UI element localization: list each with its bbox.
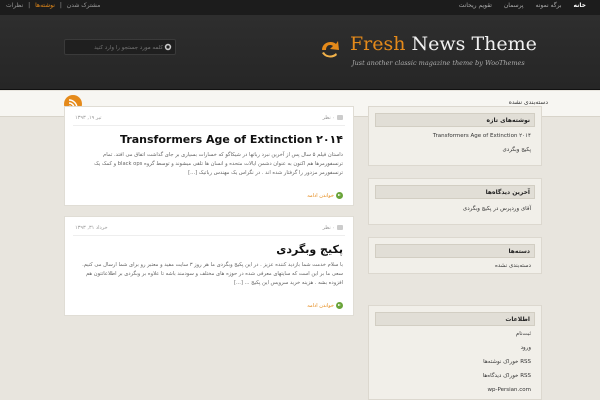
comments-feed-link[interactable]: نظرات [6, 2, 23, 9]
search-input[interactable] [69, 43, 163, 52]
login-link[interactable]: ورود [521, 345, 531, 351]
widget-title: نوشته‌های تازه [486, 117, 530, 124]
read-more-link[interactable]: خواندن ادامه [307, 192, 343, 199]
widget-categories: دسته‌ها دسته‌بندی نشده [368, 237, 542, 274]
post-card: خرداد ۳۱, ۱۳۹۳ ۰ نظر پکیج وبگردی با سلام… [64, 216, 354, 316]
post-comments[interactable]: ۰ نظر [322, 115, 343, 121]
search-icon[interactable] [164, 43, 172, 51]
subscribe-link[interactable]: مشترک شدن [67, 2, 101, 9]
recent-post-link[interactable]: پکیج وبگردی [502, 147, 531, 153]
post-date: خرداد ۳۱, ۱۳۹۳ [75, 225, 108, 231]
widget-header: نوشته‌های تازه [375, 113, 535, 127]
post-title[interactable]: Transformers Age of Extinction ۲۰۱۴ [120, 133, 343, 146]
divider [73, 125, 345, 126]
search-box [64, 39, 176, 55]
nav-calendar[interactable]: تقویم ریحانت [459, 2, 492, 9]
post-excerpt: با سلام خدمت شما بازدید کننده عزیز . در … [82, 262, 343, 286]
widget-header: دسته‌ها [375, 244, 535, 258]
nav-questions[interactable]: پرسمان [504, 2, 524, 9]
top-nav: خانه برگه نمونه پرسمان تقویم ریحانت [449, 2, 586, 9]
post-card: تیر ۱۹, ۱۳۹۳ ۰ نظر Transformers Age of E… [64, 106, 354, 206]
site-title-fresh: Fresh [350, 33, 406, 55]
arrow-right-icon [336, 302, 343, 309]
separator: | [28, 2, 31, 9]
separator: | [59, 2, 62, 9]
register-link[interactable]: ثبت‌نام [516, 331, 531, 337]
site-logo[interactable]: Fresh News Theme Just another classic ma… [318, 33, 598, 83]
nav-uncategorized[interactable]: دسته‌بندی نشده [509, 99, 548, 106]
arrow-right-icon [336, 192, 343, 199]
widget-header: اطلاعات [375, 312, 535, 326]
post-excerpt: داستان فیلم ۵ سال پس از آخرین نبرد رباته… [94, 152, 343, 176]
nav-home[interactable]: خانه [574, 2, 586, 9]
comments-count: ۰ نظر [322, 225, 335, 231]
top-bar: مشترک شدن | نوشته‌ها | نظرات خانه برگه ن… [0, 0, 600, 15]
post-date: تیر ۱۹, ۱۳۹۳ [75, 115, 102, 121]
top-links: مشترک شدن | نوشته‌ها | نظرات [6, 2, 103, 9]
site-title-rest: News Theme [405, 33, 537, 55]
comment-icon [337, 115, 343, 120]
recent-post-link[interactable]: Transformers Age of Extinction ۲۰۱۴ [433, 133, 531, 139]
widget-recent-comments: آخرین دیدگاه‌ها آقای وردپرس در پکیج وبگر… [368, 178, 542, 225]
comments-rss-link[interactable]: RSS خوراک دیدگاه‌ها [483, 373, 531, 379]
widget-title: اطلاعات [505, 316, 530, 323]
wp-persian-link[interactable]: wp-Persian.com [488, 387, 531, 393]
site-tagline: Just another classic magazine theme by W… [352, 59, 525, 67]
site-header: Fresh News Theme Just another classic ma… [0, 15, 600, 90]
widget-title: آخرین دیدگاه‌ها [485, 189, 530, 196]
recent-comment-link[interactable]: آقای وردپرس در پکیج وبگردی [463, 206, 531, 212]
divider [73, 235, 345, 236]
widget-title: دسته‌ها [508, 248, 530, 255]
comments-count: ۰ نظر [322, 115, 335, 121]
posts-rss-link[interactable]: RSS خوراک نوشته‌ها [483, 359, 531, 365]
read-more-label: خواندن ادامه [307, 193, 334, 199]
read-more-link[interactable]: خواندن ادامه [307, 302, 343, 309]
nav-sample-page[interactable]: برگه نمونه [536, 2, 562, 9]
post-title[interactable]: پکیج وبگردی [276, 243, 343, 256]
posts-feed-link[interactable]: نوشته‌ها [35, 2, 55, 9]
comment-icon [337, 225, 343, 230]
logo-arrow-icon [322, 41, 339, 58]
site-title: Fresh News Theme [350, 33, 537, 55]
widget-header: آخرین دیدگاه‌ها [375, 185, 535, 199]
post-comments[interactable]: ۰ نظر [322, 225, 343, 231]
widget-meta: اطلاعات ثبت‌نام ورود RSS خوراک نوشته‌ها … [368, 305, 542, 400]
read-more-label: خواندن ادامه [307, 303, 334, 309]
category-link[interactable]: دسته‌بندی نشده [495, 263, 531, 269]
widget-recent-posts: نوشته‌های تازه Transformers Age of Extin… [368, 106, 542, 166]
